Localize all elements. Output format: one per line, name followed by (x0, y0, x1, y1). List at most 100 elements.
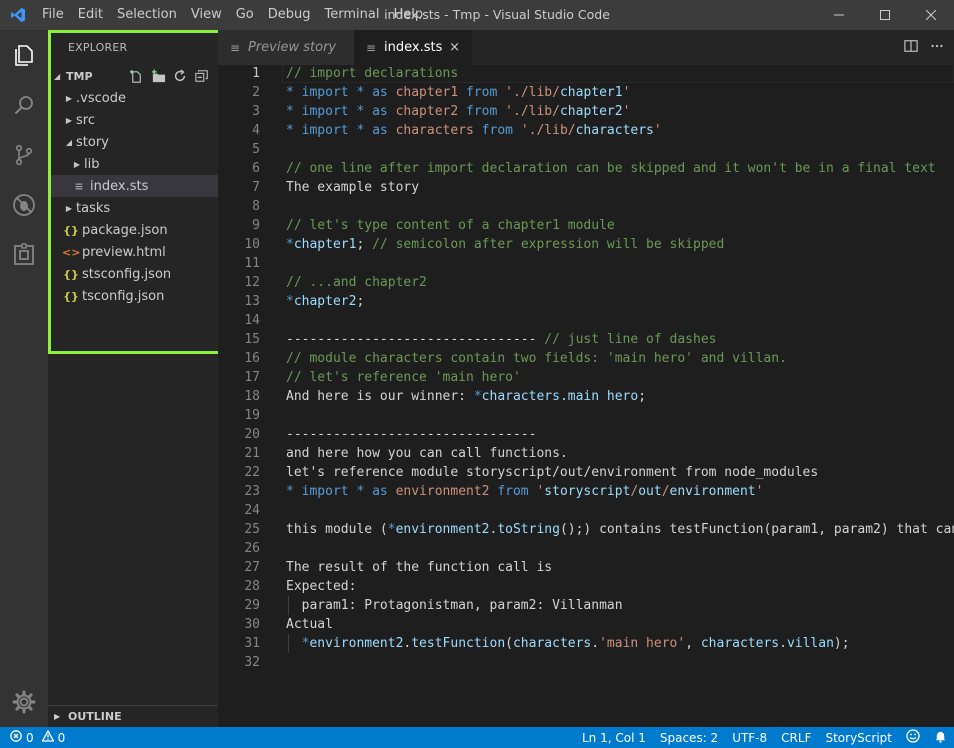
code-line[interactable]: 32 (218, 653, 954, 672)
code-text: // module characters contain two fields:… (286, 349, 787, 368)
code-line[interactable]: 8 (218, 197, 954, 216)
code-token: // let's reference 'main hero' (286, 370, 521, 385)
menu-terminal[interactable]: Terminal (318, 0, 387, 30)
refresh-icon[interactable] (172, 68, 188, 84)
indentation[interactable]: Spaces: 2 (653, 731, 725, 745)
menu-go[interactable]: Go (229, 0, 261, 30)
code-line[interactable]: 9 // let's type content of a chapter1 mod… (218, 216, 954, 235)
tree-item-package-json[interactable]: {} package.json (48, 219, 218, 241)
code-line[interactable]: 17 // let's reference 'main hero' (218, 368, 954, 387)
window-controls (816, 0, 954, 30)
menu-edit[interactable]: Edit (71, 0, 110, 30)
tree-item-tasks[interactable]: ▶ tasks (48, 197, 218, 219)
code-line[interactable]: 11 (218, 254, 954, 273)
collapse-all-icon[interactable] (194, 68, 210, 84)
chevron-right-icon: ▶ (73, 159, 81, 169)
menu-debug[interactable]: Debug (261, 0, 318, 30)
code-line[interactable]: 22 let's reference module storyscript/out… (218, 463, 954, 482)
code-token: chapter1 (395, 85, 467, 100)
code-token: out (638, 484, 662, 499)
more-actions-icon[interactable] (930, 39, 944, 57)
code-line[interactable]: 7 The example story (218, 178, 954, 197)
code-line[interactable]: 26 (218, 539, 954, 558)
code-line[interactable]: 24 (218, 501, 954, 520)
code-line[interactable]: 14 (218, 311, 954, 330)
code-token: . (779, 636, 787, 651)
code-line[interactable]: 3 * import * as chapter2 from './lib/chap… (218, 102, 954, 121)
code-line[interactable]: 19 (218, 406, 954, 425)
code-token: * (286, 294, 294, 309)
code-token: villan (786, 636, 834, 651)
code-line[interactable]: 21 and here how you can call functions. (218, 444, 954, 463)
code-text: param1: Protagonistman, param2: Villanma… (286, 596, 623, 615)
outline-section-title[interactable]: ▶ OUTLINE (48, 705, 218, 727)
code-line[interactable]: 20 -------------------------------- (218, 425, 954, 444)
tab-index-sts[interactable]: ≡ index.sts × (354, 30, 472, 65)
workspace-section-title[interactable]: ◢ TMP (48, 65, 218, 87)
cursor-position[interactable]: Ln 1, Col 1 (575, 731, 653, 745)
new-folder-icon[interactable] (150, 68, 166, 84)
tree-item-stsconfig-json[interactable]: {} stsconfig.json (48, 263, 218, 285)
menu-view[interactable]: View (184, 0, 229, 30)
line-number: 3 (252, 104, 260, 119)
new-file-icon[interactable] (128, 68, 144, 84)
language-mode[interactable]: StoryScript (818, 731, 899, 745)
explorer-icon[interactable] (0, 30, 48, 80)
close-window-button[interactable] (908, 0, 954, 30)
explorer-header: EXPLORER (68, 41, 128, 54)
tree-item-lib[interactable]: ▶ lib (48, 153, 218, 175)
code-line[interactable]: 6 // one line after import declaration ca… (218, 159, 954, 178)
maximize-button[interactable] (862, 0, 908, 30)
code-line[interactable]: 29 param1: Protagonistman, param2: Villa… (218, 596, 954, 615)
code-line[interactable]: 13 *chapter2; (218, 292, 954, 311)
minimize-button[interactable] (816, 0, 862, 30)
search-icon[interactable] (0, 80, 48, 130)
tree-item-story[interactable]: ◢ story (48, 131, 218, 153)
settings-gear-icon[interactable] (0, 677, 48, 727)
menu-file[interactable]: File (35, 0, 71, 30)
split-editor-icon[interactable] (904, 39, 918, 57)
debug-icon[interactable] (0, 180, 48, 230)
code-line[interactable]: 18 And here is our winner: *characters.ma… (218, 387, 954, 406)
close-tab-icon[interactable]: × (449, 40, 460, 55)
extensions-icon[interactable] (0, 230, 48, 280)
notifications-bell-icon[interactable] (927, 730, 954, 746)
file-text-icon: ≡ (366, 40, 377, 55)
code-line[interactable]: 27 The result of the function call is (218, 558, 954, 577)
menu-help[interactable]: Help (386, 0, 430, 30)
tree-item-preview-html[interactable]: <> preview.html (48, 241, 218, 263)
code-line[interactable]: 4 * import * as characters from './lib/ch… (218, 121, 954, 140)
code-line[interactable]: 1 // import declarations (218, 65, 954, 83)
problems-indicator[interactable]: 0 0 (0, 729, 65, 745)
line-number: 28 (244, 579, 260, 594)
code-line[interactable]: 15 -------------------------------- // ju… (218, 330, 954, 349)
tree-item-src[interactable]: ▶ src (48, 109, 218, 131)
code-token: environment2 (395, 484, 498, 499)
code-line[interactable]: 23 * import * as environment2 from ' story… (218, 482, 954, 501)
code-line[interactable]: 28 Expected: (218, 577, 954, 596)
source-control-icon[interactable] (0, 130, 48, 180)
code-line[interactable]: 25 this module (*environment2.toString();… (218, 520, 954, 539)
menu-selection[interactable]: Selection (110, 0, 184, 30)
code-token: storyscript (544, 484, 631, 499)
tree-item-vscode[interactable]: ▶ .vscode (48, 87, 218, 109)
end-of-line[interactable]: CRLF (774, 731, 818, 745)
tree-item-tsconfig-json[interactable]: {} tsconfig.json (48, 285, 218, 307)
code-line[interactable]: 10 *chapter1; // semicolon after expressi… (218, 235, 954, 254)
tree-item-index-sts[interactable]: ≡ index.sts (48, 175, 218, 197)
code-line[interactable]: 2 * import * as chapter1 from './lib/chap… (218, 83, 954, 102)
encoding[interactable]: UTF-8 (725, 731, 774, 745)
code-token: environment2 (309, 636, 404, 651)
line-number: 30 (244, 617, 260, 632)
code-line[interactable]: 31 *environment2.testFunction(characters… (218, 634, 954, 653)
feedback-smiley-icon[interactable] (899, 729, 927, 746)
code-line[interactable]: 30 Actual (218, 615, 954, 634)
code-line[interactable]: 16 // module characters contain two field… (218, 349, 954, 368)
code-editor[interactable]: 1 // import declarations 2 * import * as ch… (218, 65, 954, 727)
code-line[interactable]: 12 // ...and chapter2 (218, 273, 954, 292)
code-line[interactable]: 5 (218, 140, 954, 159)
tab-label: index.sts (384, 40, 443, 55)
code-text: The example story (286, 178, 419, 197)
code-token: from (466, 104, 506, 119)
tab-preview-story[interactable]: ≡ Preview story (218, 30, 354, 65)
